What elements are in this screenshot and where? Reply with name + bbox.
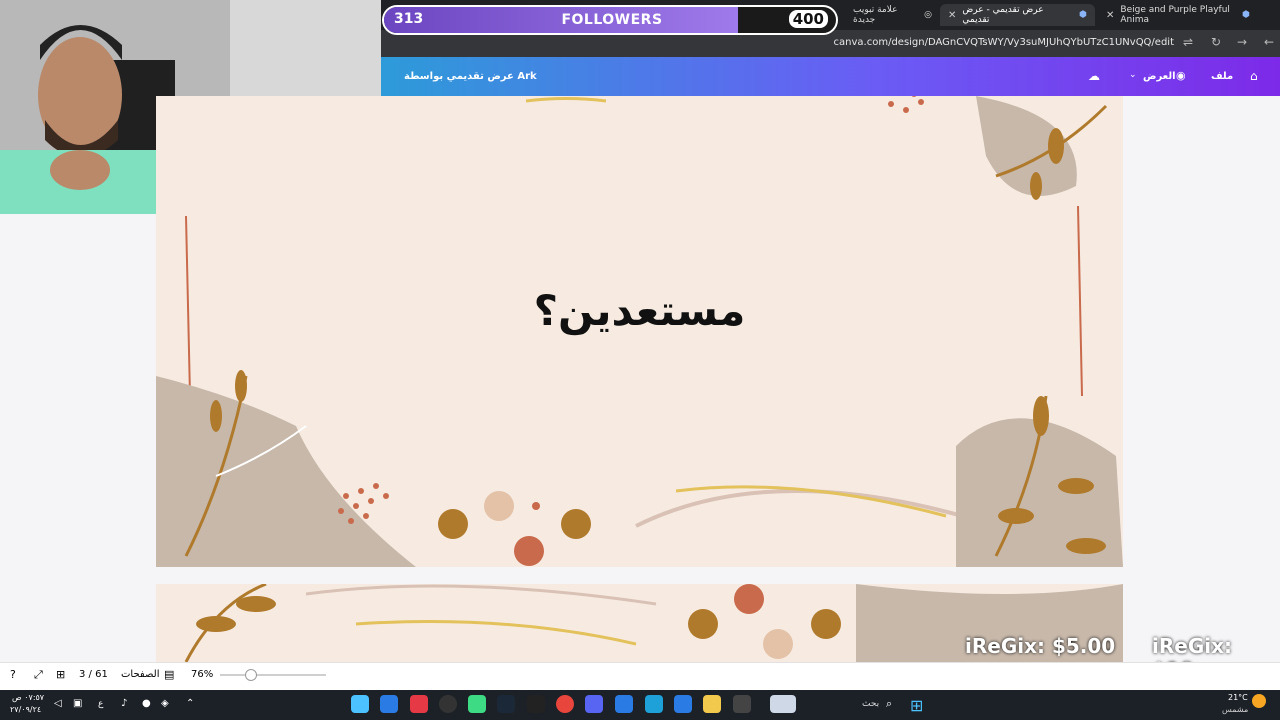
help-icon[interactable]: ? (10, 668, 16, 681)
zoom-slider-track[interactable] (220, 674, 326, 676)
edge-icon[interactable] (645, 695, 663, 713)
search-icon[interactable]: ⌕ (886, 697, 892, 711)
weather-desc: مشمس (1222, 705, 1249, 714)
pages-label[interactable]: الصفحات (121, 669, 159, 680)
close-icon[interactable]: ✕ (948, 10, 956, 21)
weather-icon (1252, 694, 1266, 708)
tab-label: Beige and Purple Playful Anima (1120, 5, 1230, 25)
fullscreen-icon[interactable]: ⤢ (34, 668, 43, 682)
task-view-icon[interactable] (733, 695, 751, 713)
grid-view-icon[interactable]: ⊞ (56, 668, 65, 681)
microphone-icon[interactable]: ♪ (121, 698, 127, 709)
eye-icon[interactable]: ◉ (1176, 69, 1186, 82)
outlook-icon[interactable] (380, 695, 398, 713)
close-icon[interactable]: ✕ (1106, 10, 1114, 21)
forward-icon[interactable]: → (1237, 35, 1247, 49)
clock-time[interactable]: ٠٧:٥٧ ص (12, 693, 44, 702)
followers-label: FOLLOWERS (561, 12, 663, 28)
tab-presentation[interactable]: ✕ عرض تقديمي - عرض تقديمي ⬢ (940, 4, 1095, 26)
shield-icon: ⬢ (1242, 10, 1250, 20)
search-highlight-icon[interactable] (770, 695, 796, 713)
file-menu[interactable]: ملف (1211, 71, 1233, 82)
vscode-icon[interactable] (674, 695, 692, 713)
tab-label: عرض تقديمي - عرض تقديمي (962, 5, 1044, 25)
network-icon[interactable]: ▣ (73, 698, 82, 709)
volume-icon[interactable]: ◁ (54, 698, 62, 709)
weather-temp: 21°C (1228, 693, 1248, 702)
slide-current[interactable]: مستعدين؟ (156, 96, 1123, 567)
tab-label: علامة تبويب جديدة (853, 5, 898, 25)
home-icon[interactable]: ⌂ (1250, 69, 1258, 83)
taskbar-search[interactable]: بحث (862, 699, 879, 709)
followers-goal: 400 (788, 10, 828, 28)
tray-chevron-icon[interactable]: ⌃ (186, 698, 194, 709)
discord-icon[interactable] (585, 695, 603, 713)
steam-icon[interactable] (497, 695, 515, 713)
windows-start-icon[interactable]: ⊞ (910, 696, 923, 715)
epic-games-icon[interactable] (527, 695, 545, 713)
canva-icon: ⬢ (1079, 10, 1087, 20)
donation-alert: iReGix: $5.00 (965, 634, 1116, 658)
page-counter: 3 / 61 (79, 669, 108, 680)
zoom-level[interactable]: 76% (191, 669, 213, 680)
reload-icon[interactable]: ↻ (1211, 35, 1221, 49)
input-language[interactable]: ع (98, 699, 103, 709)
app-icon[interactable] (468, 695, 486, 713)
back-icon[interactable]: ← (1264, 35, 1274, 49)
chevron-down-icon[interactable]: ⌄ (1129, 70, 1137, 80)
tray-app-icon[interactable]: ◈ (161, 698, 169, 709)
cloud-sync-icon: ☁ (1088, 69, 1100, 83)
view-menu[interactable]: العرض (1143, 71, 1176, 82)
slide-title[interactable]: مستعدين؟ (156, 286, 1123, 335)
tab-beige-purple[interactable]: ✕ Beige and Purple Playful Anima ⬢ (1098, 4, 1258, 26)
file-explorer-icon[interactable] (703, 695, 721, 713)
url-input[interactable]: canva.com/design/DAGnCVQTsWY/Vy3suMJUhQY… (834, 37, 1174, 48)
obs-icon[interactable] (439, 695, 457, 713)
store-icon[interactable] (615, 695, 633, 713)
widgets-icon[interactable] (351, 695, 369, 713)
chrome-icon: ◎ (924, 10, 932, 20)
tray-app-icon[interactable]: ● (142, 698, 151, 709)
clock-date[interactable]: ٢٧/٠٩/٢٤ (10, 705, 41, 714)
zoom-slider-handle[interactable] (244, 669, 257, 681)
chrome-icon[interactable] (556, 695, 574, 713)
doc-title[interactable]: عرض تقديمي بواسطة Ark (404, 71, 537, 82)
pages-icon[interactable]: ▤ (164, 668, 174, 681)
acrobat-icon[interactable] (410, 695, 428, 713)
site-settings-icon[interactable]: ⇌ (1183, 35, 1193, 49)
followers-goal-bar: 313 FOLLOWERS 400 (382, 5, 838, 35)
tab-new[interactable]: علامة تبويب جديدة ◎ (845, 4, 940, 26)
